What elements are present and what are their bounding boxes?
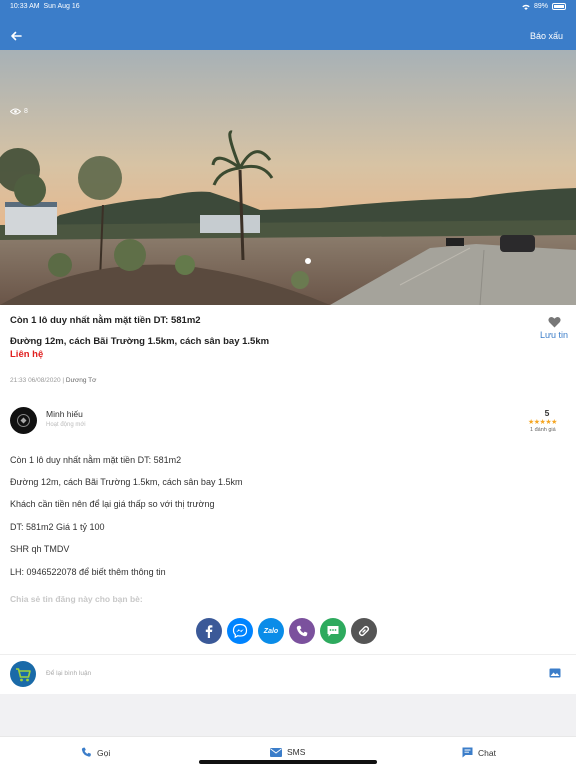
report-button[interactable]: Báo xấu bbox=[530, 31, 563, 41]
description-line: Đường 12m, cách Bãi Trường 1.5km, cách s… bbox=[10, 477, 243, 487]
view-count-value: 8 bbox=[24, 108, 28, 115]
viber-phone-icon bbox=[296, 625, 308, 637]
listing-photo[interactable]: 8 bbox=[0, 50, 576, 305]
envelope-icon bbox=[270, 747, 282, 757]
star-rating-icon: ★★★★★ bbox=[528, 419, 557, 426]
landscape-photo bbox=[0, 50, 576, 305]
rating-count[interactable]: 1 đánh giá bbox=[530, 427, 556, 433]
status-right: 89% bbox=[522, 3, 566, 10]
share-label: Chia sẻ tin đăng này cho bạn bè: bbox=[10, 594, 143, 604]
facebook-share-button[interactable] bbox=[196, 618, 222, 644]
listing-timestamp: 21:33 06/08/2020 bbox=[10, 377, 61, 384]
listing-price: Liên hệ bbox=[10, 349, 44, 360]
save-listing-button[interactable]: Lưu tin bbox=[537, 316, 571, 340]
call-button[interactable]: Gọi bbox=[81, 747, 110, 758]
battery-icon bbox=[552, 3, 566, 10]
status-bar: 10:33 AM Sun Aug 16 89% bbox=[0, 0, 576, 14]
facebook-icon bbox=[205, 625, 213, 638]
comment-input[interactable]: Để lại bình luận bbox=[46, 670, 91, 677]
description-line: Còn 1 lô duy nhất nằm mặt tiền DT: 581m2 bbox=[10, 455, 182, 465]
content-spacer bbox=[0, 694, 576, 736]
user-avatar bbox=[10, 661, 36, 687]
chat-label: Chat bbox=[478, 747, 496, 758]
chat-bubble-icon bbox=[327, 626, 339, 637]
zalo-icon: Zalo bbox=[263, 627, 279, 635]
sms-share-button[interactable] bbox=[320, 618, 346, 644]
share-buttons: Zalo bbox=[196, 618, 377, 644]
copy-link-button[interactable] bbox=[351, 618, 377, 644]
messenger-share-button[interactable] bbox=[227, 618, 253, 644]
seller-activity-status: Hoạt động mới bbox=[46, 422, 86, 428]
sms-label: SMS bbox=[287, 747, 306, 757]
seller-avatar[interactable] bbox=[10, 407, 37, 434]
phone-icon bbox=[81, 747, 91, 757]
seller-name[interactable]: Minh hiếu bbox=[46, 409, 83, 419]
listing-subtitle: Đường 12m, cách Bãi Trường 1.5km, cách s… bbox=[10, 336, 270, 347]
viber-share-button[interactable] bbox=[289, 618, 315, 644]
view-count: 8 bbox=[10, 108, 28, 115]
chat-icon bbox=[462, 747, 473, 758]
chat-button[interactable]: Chat bbox=[462, 747, 496, 758]
heart-icon bbox=[547, 316, 561, 328]
image-attach-icon[interactable] bbox=[549, 668, 561, 678]
description-line: Khách cần tiền nên để lại giá thấp so vớ… bbox=[10, 499, 215, 509]
status-clock: 10:33 AM bbox=[10, 3, 40, 10]
avatar-emblem-icon bbox=[17, 414, 30, 427]
home-indicator bbox=[199, 760, 377, 764]
call-label: Gọi bbox=[97, 747, 111, 758]
eye-icon bbox=[10, 108, 21, 115]
description-line: LH: 0946522078 để biết thêm thông tin bbox=[10, 567, 166, 577]
listing-author[interactable]: Dương Tơ bbox=[66, 377, 96, 384]
description-line: DT: 581m2 Giá 1 tỷ 100 bbox=[10, 522, 105, 532]
sms-button[interactable]: SMS bbox=[270, 747, 305, 757]
seller-rating-value: 5 bbox=[544, 408, 550, 418]
listing-meta: 21:33 06/08/2020 | Dương Tơ bbox=[10, 377, 97, 384]
status-time: 10:33 AM Sun Aug 16 bbox=[10, 3, 80, 10]
listing-title: Còn 1 lô duy nhất nằm mặt tiền DT: 581m2 bbox=[10, 315, 201, 326]
back-arrow-icon[interactable] bbox=[8, 28, 24, 44]
link-icon bbox=[358, 625, 370, 637]
save-listing-label: Lưu tin bbox=[539, 330, 569, 340]
carousel-dot[interactable] bbox=[305, 258, 311, 264]
zalo-share-button[interactable]: Zalo bbox=[258, 618, 284, 644]
status-date: Sun Aug 16 bbox=[43, 3, 80, 10]
wifi-icon bbox=[522, 4, 530, 10]
messenger-icon bbox=[232, 623, 248, 639]
description-line: SHR qh TMDV bbox=[10, 544, 70, 554]
battery-percent: 89% bbox=[533, 3, 548, 10]
shopping-cart-icon bbox=[16, 668, 31, 682]
app-header: 10:33 AM Sun Aug 16 89% Báo xấu bbox=[0, 0, 576, 50]
